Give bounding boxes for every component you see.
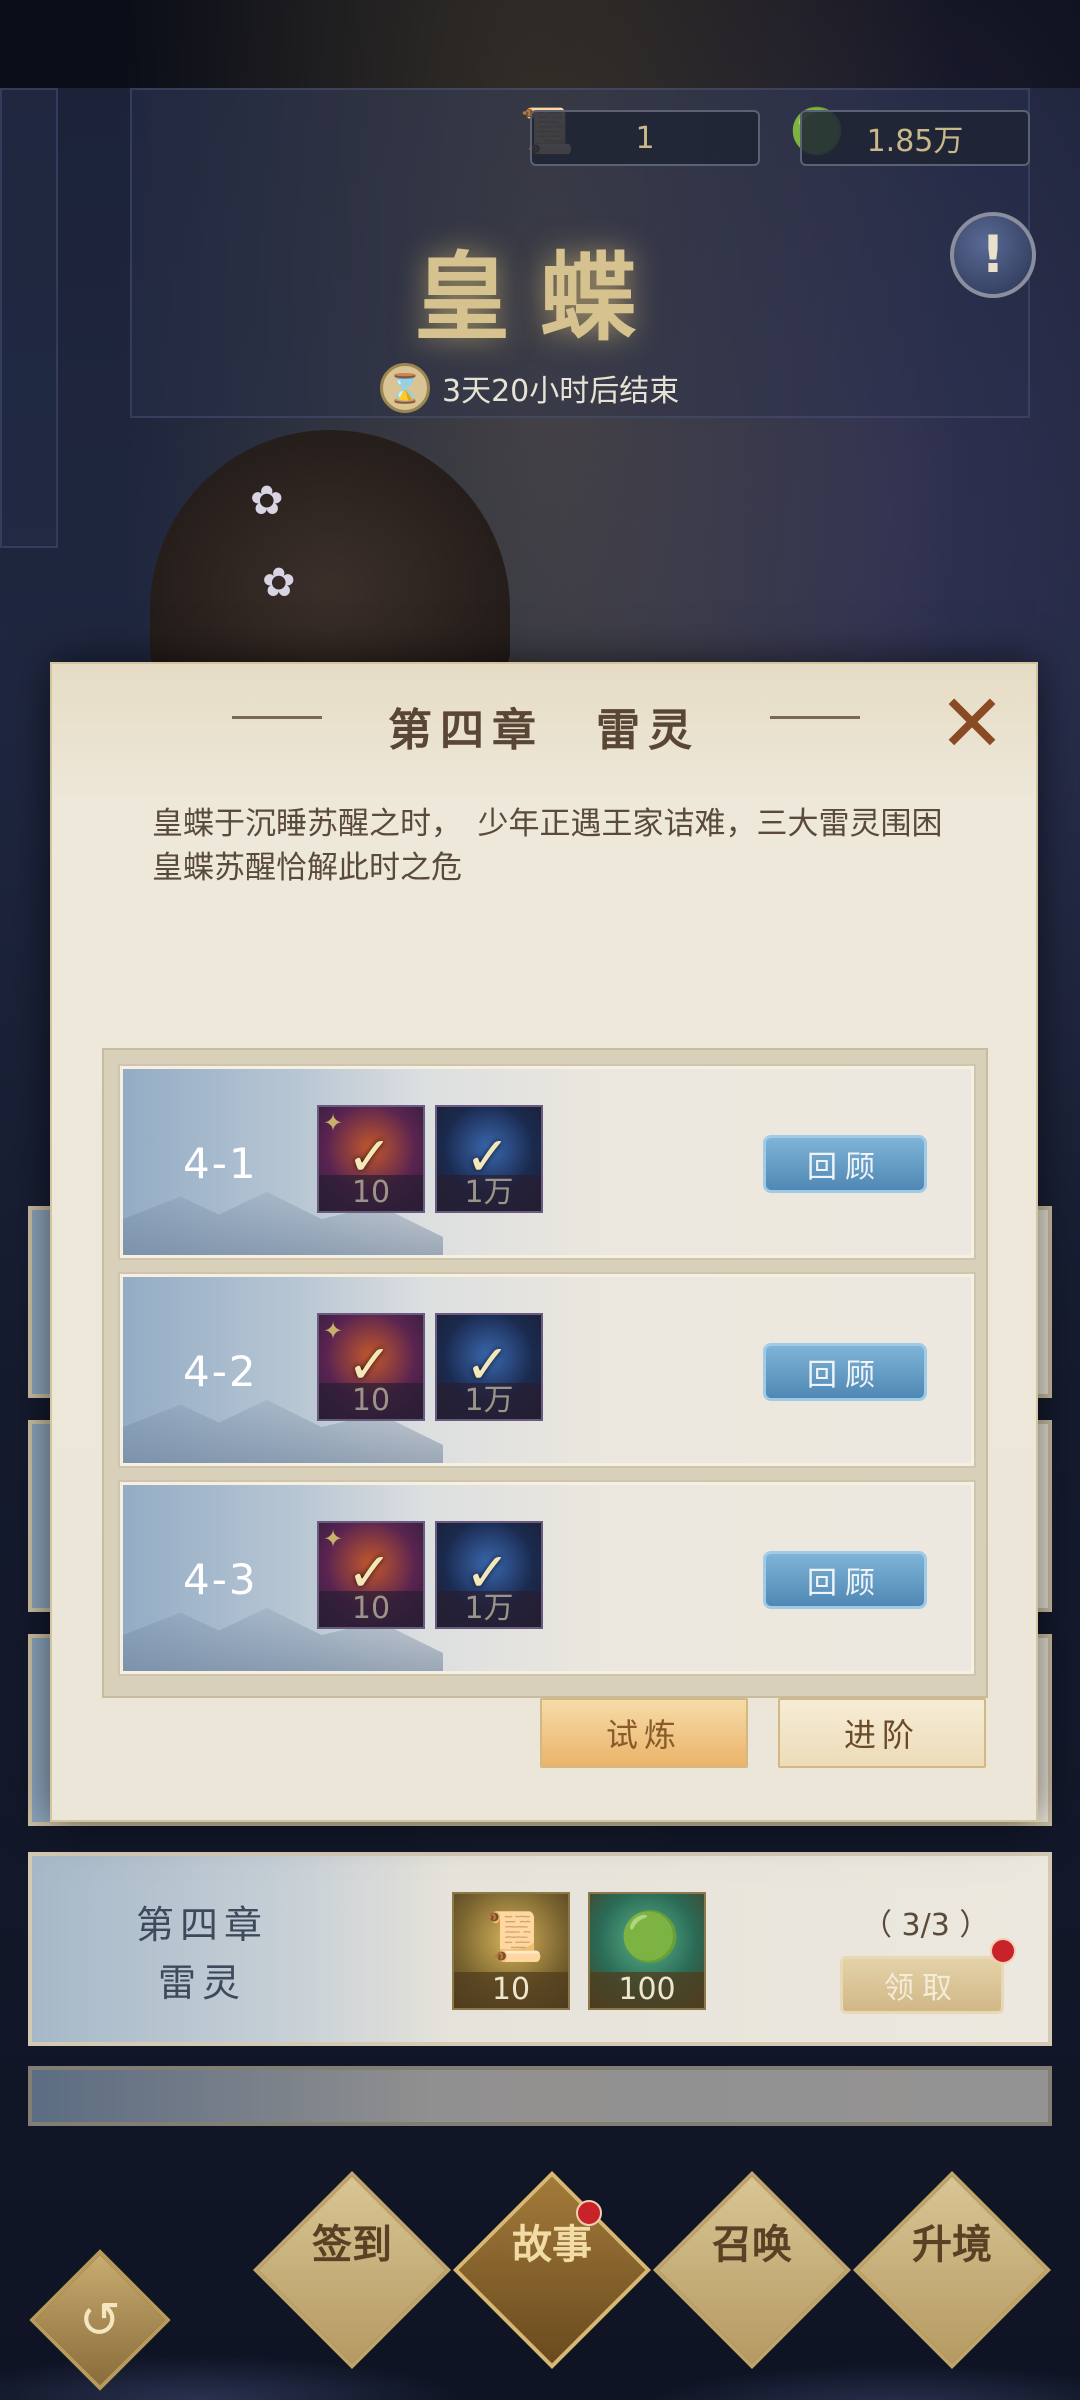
reward-crystal[interactable]: ✓ 1万: [435, 1521, 543, 1629]
stage-label: 4-2: [183, 1347, 258, 1396]
reward-jade[interactable]: 🟢 100: [588, 1892, 706, 2010]
return-icon: ↺: [79, 2291, 121, 2349]
reward-crystal[interactable]: ✓ 1万: [435, 1313, 543, 1421]
trial-button[interactable]: 试炼: [540, 1698, 748, 1768]
currency-scroll: 1: [530, 110, 760, 166]
advance-button[interactable]: 进阶: [778, 1698, 986, 1768]
notification-dot: [576, 2200, 602, 2226]
nav-ascend-label: 升境: [912, 2221, 992, 2268]
background-list-card: [28, 2066, 1052, 2126]
chapter-name-line2: 雷灵: [157, 1961, 246, 2005]
currency-jade-value: 1.85万: [866, 124, 964, 159]
reward-crystal[interactable]: ✓ 1万: [435, 1105, 543, 1213]
nav-story-label: 故事: [512, 2221, 592, 2268]
close-icon: ✕: [938, 677, 1006, 770]
review-button[interactable]: 回顾: [763, 1551, 927, 1609]
star-icon: ✦: [323, 1525, 344, 1553]
chapter-name-line1: 第四章: [135, 1903, 268, 1947]
nav-summon-label: 召唤: [712, 2221, 792, 2268]
event-title: 皇蝶: [414, 241, 666, 354]
reward-count: 10: [319, 1383, 423, 1419]
currency-scroll-value: 1: [635, 120, 655, 156]
star-icon: ✦: [323, 1109, 344, 1137]
reward-count: 1万: [437, 1175, 541, 1211]
chapter-description: 皇蝶于沉睡苏醒之时， 少年正遇王家诘难，三大雷灵围困 皇蝶苏醒恰解此时之危: [152, 806, 974, 886]
reward-scroll[interactable]: 📜 10: [452, 1892, 570, 2010]
close-button[interactable]: ✕: [932, 684, 1012, 764]
stage-row: 4-1 ✦ ✓ 10 ✓ 1万 回顾: [118, 1064, 976, 1260]
chapter-progress: （ 3/3 ）: [862, 1908, 990, 1943]
stage-list: 4-1 ✦ ✓ 10 ✓ 1万 回顾 4-2 ✦ ✓ 10 ✓ 1万 回顾 4-…: [102, 1048, 988, 1698]
flower-ornament-icon: ✿: [262, 560, 296, 606]
notification-dot: [990, 1938, 1016, 1964]
star-icon: ✦: [323, 1317, 344, 1345]
stage-label: 4-3: [183, 1555, 258, 1604]
reward-count: 10: [454, 1972, 568, 2008]
timer-text: 3天20小时后结束: [442, 374, 680, 409]
reward-count: 1万: [437, 1591, 541, 1627]
chapter-reward-row: 第四章 雷灵 📜 10 🟢 100 （ 3/3 ） 领取: [28, 1852, 1052, 2046]
review-button[interactable]: 回顾: [763, 1135, 927, 1193]
claim-button[interactable]: 领取: [840, 1956, 1004, 2014]
nav-sign-in-label: 签到: [312, 2221, 392, 2268]
chapter-dialog: 第四章 雷灵 ✕ 皇蝶于沉睡苏醒之时， 少年正遇王家诘难，三大雷灵围困 皇蝶苏醒…: [50, 662, 1038, 1822]
reward-count: 10: [319, 1175, 423, 1211]
reward-count: 10: [319, 1591, 423, 1627]
reward-fire-orb[interactable]: ✦ ✓ 10: [317, 1313, 425, 1421]
reward-count: 100: [590, 1972, 704, 2008]
stage-row: 4-2 ✦ ✓ 10 ✓ 1万 回顾: [118, 1272, 976, 1468]
reward-count: 1万: [437, 1383, 541, 1419]
chapter-name: 第四章 雷灵: [122, 1896, 282, 2012]
stage-row: 4-3 ✦ ✓ 10 ✓ 1万 回顾: [118, 1480, 976, 1676]
hourglass-icon: ⌛: [380, 363, 430, 413]
currency-jade: 1.85万: [800, 110, 1030, 166]
scroll-icon: 📜: [484, 1909, 544, 1965]
review-button[interactable]: 回顾: [763, 1343, 927, 1401]
event-timer: ⌛ 3天20小时后结束: [380, 360, 679, 416]
reward-fire-orb[interactable]: ✦ ✓ 10: [317, 1105, 425, 1213]
dialog-title: 第四章 雷灵: [388, 705, 700, 756]
jade-coin-icon: 🟢: [620, 1909, 680, 1965]
flower-ornament-icon: ✿: [250, 478, 284, 524]
reward-fire-orb[interactable]: ✦ ✓ 10: [317, 1521, 425, 1629]
stage-label: 4-1: [183, 1139, 258, 1188]
